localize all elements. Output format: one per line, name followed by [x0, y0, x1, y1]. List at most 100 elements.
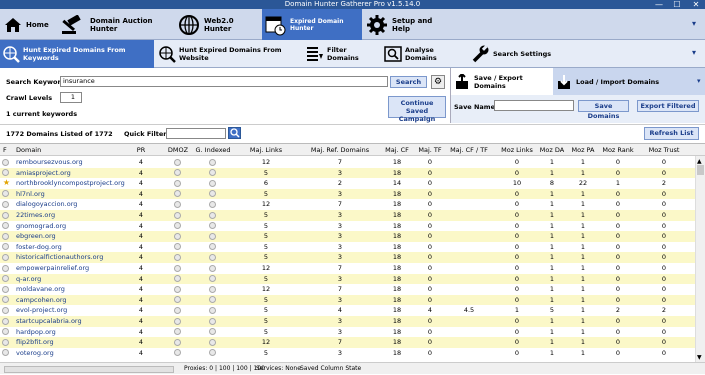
maj-tf-cell: 0 [427, 338, 433, 347]
ribbon-web20-label: Web2.0 Hunter [204, 16, 234, 33]
col-header-maj-links[interactable]: Maj. Links [240, 146, 292, 154]
ribbon-auction[interactable]: Domain Auction Hunter [58, 9, 174, 40]
col-header-moz-rank[interactable]: Moz Rank [600, 146, 636, 154]
table-row[interactable]: amiasproject.org 4 5 3 18 0 0 1 1 0 0 [0, 167, 695, 179]
ribbon-home[interactable]: Home [2, 9, 56, 40]
col-header-moz-da[interactable]: Moz DA [537, 146, 567, 154]
table-row[interactable]: remboursezvous.org 4 12 7 18 0 0 1 1 0 0 [0, 157, 695, 168]
tab-save-export[interactable]: Save / Export Domains [451, 68, 553, 95]
quick-filter-search-icon[interactable] [228, 127, 241, 139]
save-domains-button[interactable]: Save Domains [578, 100, 629, 120]
domain-cell[interactable]: amiasproject.org [16, 169, 134, 178]
moz-rank-cell: 0 [615, 232, 621, 241]
col-header-domain[interactable]: Domain [16, 146, 41, 154]
table-row[interactable]: hardpop.org 4 5 3 18 0 0 1 1 0 0 [0, 327, 695, 338]
search-settings-gear-icon[interactable]: ⚙ [431, 75, 445, 89]
save-tabs-dropdown-icon[interactable]: ▾ [697, 77, 701, 85]
domain-cell[interactable]: moldavane.org [16, 285, 134, 294]
table-row[interactable]: moldavane.org 4 12 7 18 0 0 1 1 0 0 [0, 284, 695, 295]
continue-campaign-button[interactable]: Continue Saved Campaign [388, 96, 446, 123]
col-header-dmoz[interactable]: DMOZ [162, 146, 194, 154]
tab-hunt-website[interactable]: Hunt Expired Domains From Website [156, 40, 302, 68]
table-row[interactable]: hl7nl.org 4 5 3 18 0 0 1 1 0 0 [0, 188, 695, 200]
domain-cell[interactable]: q-ar.org [16, 275, 134, 284]
ribbon-expired[interactable]: Expired Domain Hunter [262, 9, 362, 40]
col-header-maj-cf[interactable]: Maj. CF [383, 146, 411, 154]
table-row[interactable]: voterog.org 4 5 3 18 0 0 1 1 0 0 [0, 348, 695, 359]
table-row[interactable]: empowerpainrelief.org 4 12 7 18 0 0 1 1 0 0 [0, 263, 695, 274]
scroll-thumb[interactable] [697, 165, 704, 175]
title-bar: Domain Hunter Gatherer Pro v1.5.14.0 [0, 0, 705, 9]
domain-cell[interactable]: campcohen.org [16, 296, 134, 305]
domain-cell[interactable]: dialogoyaccion.org [16, 200, 134, 209]
dmoz-status-icon [174, 328, 181, 336]
maximize-button[interactable]: ☐ [668, 0, 686, 9]
table-row[interactable]: 22times.org 4 5 3 18 0 0 1 1 0 0 [0, 210, 695, 221]
scroll-down-icon[interactable]: ▼ [697, 354, 702, 361]
domain-cell[interactable]: flip2bfit.org [16, 338, 134, 347]
col-header-g-indexed[interactable]: G. Indexed [193, 146, 233, 154]
search-keyword-input[interactable]: insurance [60, 76, 388, 87]
table-row[interactable]: campcohen.org 4 5 3 18 0 0 1 1 0 0 [0, 294, 695, 306]
table-row[interactable]: ebgreen.org 4 5 3 18 0 0 1 1 0 0 [0, 231, 695, 242]
domain-cell[interactable]: hl7nl.org [16, 190, 134, 199]
col-header-moz-links[interactable]: Moz Links [498, 146, 536, 154]
table-row[interactable]: startcupcalabria.org 4 5 3 18 0 0 1 1 0 0 [0, 316, 695, 327]
favourite-star-icon[interactable]: ★ [2, 178, 11, 187]
domain-cell[interactable]: empowerpainrelief.org [16, 264, 134, 273]
moz-links-cell: 0 [514, 264, 520, 272]
subribbon-dropdown-icon[interactable]: ▾ [692, 48, 696, 57]
tab-filter[interactable]: Filter Domains [304, 40, 380, 68]
domain-cell[interactable]: startcupcalabria.org [16, 317, 134, 326]
domain-cell[interactable]: 22times.org [16, 211, 134, 220]
col-header-moz-pa[interactable]: Moz PA [568, 146, 598, 154]
moz-rank-cell: 0 [615, 200, 621, 209]
domain-cell[interactable]: evol-project.org [16, 306, 134, 315]
search-button[interactable]: Search [390, 76, 427, 88]
table-row[interactable]: foster-dog.org 4 5 3 18 0 0 1 1 0 0 [0, 242, 695, 253]
domain-cell[interactable]: hardpop.org [16, 328, 134, 337]
table-row[interactable]: q-ar.org 4 5 3 18 0 0 1 1 0 0 [0, 273, 695, 285]
vertical-scrollbar[interactable]: ▲ ▼ [695, 156, 705, 362]
domain-cell[interactable]: foster-dog.org [16, 243, 134, 252]
scroll-up-icon[interactable]: ▲ [697, 158, 702, 165]
table-row[interactable]: gnomograd.org 4 5 3 18 0 0 1 1 0 0 [0, 221, 695, 232]
ribbon-dropdown-icon[interactable]: ▾ [692, 19, 696, 28]
moz-pa-cell: 1 [580, 264, 586, 272]
tab-hunt-keywords[interactable]: Hunt Expired Domains From Keywords [0, 40, 154, 68]
col-header-maj-tf[interactable]: Maj. TF [415, 146, 445, 154]
domain-cell[interactable]: ebgreen.org [16, 232, 134, 241]
tab-load-import[interactable]: Load / Import Domains [557, 68, 697, 95]
moz-pa-cell: 1 [580, 168, 586, 177]
domain-cell[interactable]: voterog.org [16, 349, 134, 358]
save-name-input[interactable] [494, 100, 574, 111]
table-row[interactable]: ★ northbrooklyncompostproject.org 4 6 2 14 0 10… [0, 178, 695, 189]
export-filtered-button[interactable]: Export Filtered [637, 100, 699, 112]
crawl-levels-stepper[interactable]: 1 [60, 92, 82, 103]
gear-icon [366, 14, 388, 36]
col-header-f[interactable]: F [3, 146, 7, 154]
table-row[interactable]: flip2bfit.org 4 12 7 18 0 0 1 1 0 0 [0, 337, 695, 348]
domain-cell[interactable]: historicalfictionauthors.org [16, 253, 134, 262]
moz-da-cell: 5 [549, 306, 555, 315]
col-header-cf-tf[interactable]: Maj. CF / TF [447, 146, 491, 154]
tab-search-settings[interactable]: Search Settings [468, 40, 558, 68]
ribbon-setup[interactable]: Setup and Help [364, 9, 450, 40]
table-row[interactable]: evol-project.org 4 5 4 18 4 4.5 1 5 1 2 2 [0, 305, 695, 316]
col-header-pr[interactable]: PR [130, 146, 152, 154]
table-row[interactable]: historicalfictionauthors.org 4 5 3 18 0 0 1 1 0 0 [0, 252, 695, 263]
close-button[interactable]: ✕ [687, 0, 705, 9]
table-row[interactable]: dialogoyaccion.org 4 12 7 18 0 0 1 1 0 0 [0, 199, 695, 210]
col-header-moz-trust[interactable]: Moz Trust [644, 146, 684, 154]
dmoz-status-icon [174, 200, 181, 208]
refresh-list-button[interactable]: Refresh List [644, 127, 699, 140]
tab-analyse[interactable]: Analyse Domains [382, 40, 466, 68]
col-header-maj-ref[interactable]: Maj. Ref. Domains [300, 146, 380, 154]
domain-cell[interactable]: northbrooklyncompostproject.org [16, 179, 134, 188]
domain-cell[interactable]: remboursezvous.org [16, 158, 134, 167]
ribbon-web20[interactable]: Web2.0 Hunter [176, 9, 260, 40]
moz-trust-cell: 0 [661, 242, 667, 251]
minimize-button[interactable]: — [650, 0, 668, 9]
quick-filter-input[interactable] [166, 128, 226, 139]
domain-cell[interactable]: gnomograd.org [16, 222, 134, 231]
